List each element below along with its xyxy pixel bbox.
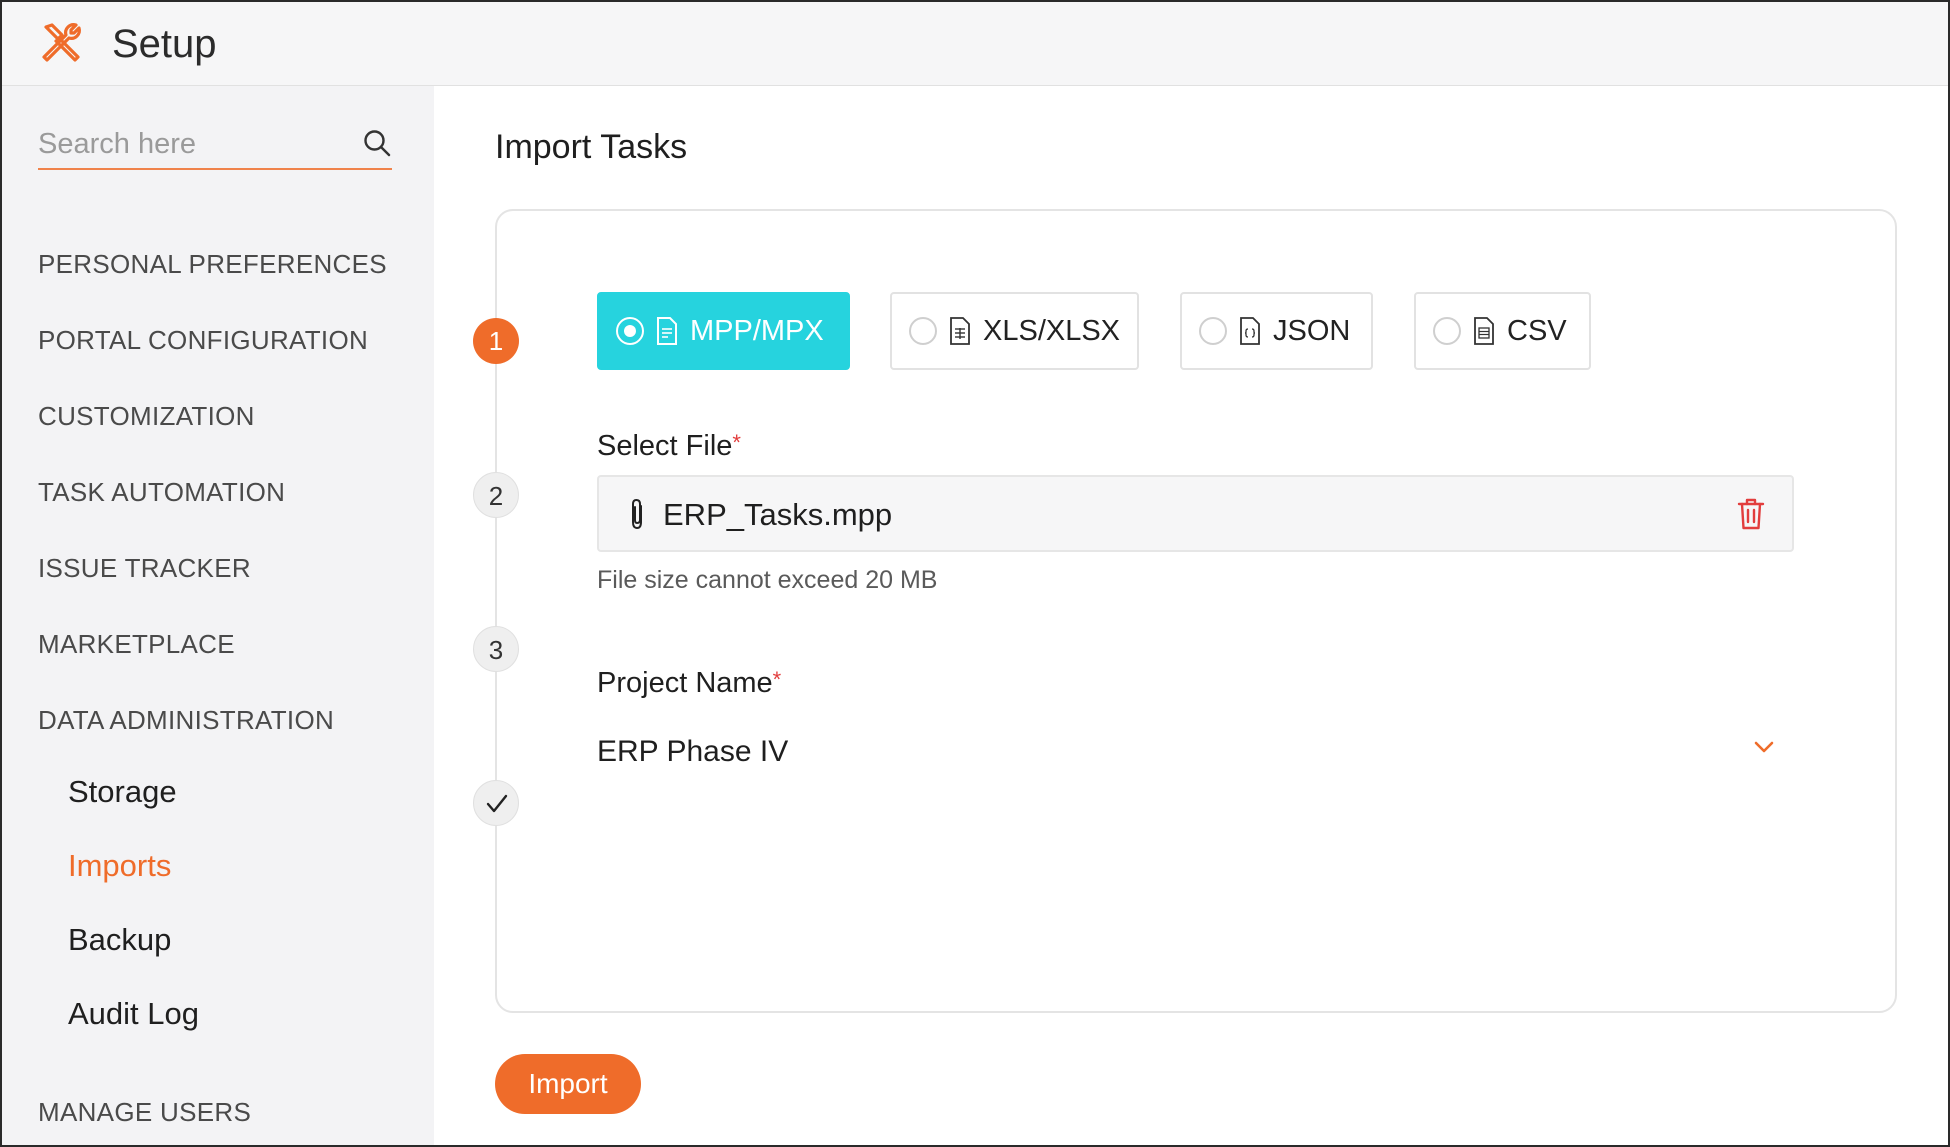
select-file-label: Select File* <box>597 430 741 463</box>
search-icon[interactable] <box>362 128 392 158</box>
format-option-csv[interactable]: CSV <box>1414 292 1591 370</box>
step-complete-indicator <box>473 780 519 826</box>
sidebar-item-task-automation[interactable]: TASK AUTOMATION <box>38 477 285 508</box>
format-label: JSON <box>1273 314 1351 347</box>
step-connector <box>495 339 497 801</box>
sidebar-item-portal-configuration[interactable]: PORTAL CONFIGURATION <box>38 325 368 356</box>
format-label: XLS/XLSX <box>983 314 1121 347</box>
json-file-icon <box>1240 317 1260 345</box>
file-name: ERP_Tasks.mpp <box>663 497 893 532</box>
trash-icon[interactable] <box>1736 497 1766 531</box>
project-name-select[interactable]: ERP Phase IV <box>597 735 788 769</box>
sidebar-item-backup[interactable]: Backup <box>68 922 171 958</box>
search-box <box>38 122 392 170</box>
step-1-indicator: 1 <box>473 318 519 364</box>
checkmark-icon <box>486 794 508 813</box>
csv-file-icon <box>1474 317 1494 345</box>
required-mark: * <box>732 430 741 455</box>
project-name-label: Project Name* <box>597 667 781 700</box>
page-title: Import Tasks <box>495 128 688 166</box>
setup-window: Setup PERSONAL PREFERENCES PORTAL CONFIG… <box>0 0 1950 1147</box>
format-label: MPP/MPX <box>690 314 824 347</box>
chevron-down-icon[interactable] <box>1752 735 1776 759</box>
required-mark: * <box>772 667 782 692</box>
sidebar-item-audit-log[interactable]: Audit Log <box>68 996 199 1032</box>
document-icon <box>657 317 677 345</box>
sidebar-item-storage[interactable]: Storage <box>68 774 177 810</box>
file-size-hint: File size cannot exceed 20 MB <box>597 566 938 594</box>
radio-unselected-icon[interactable] <box>909 317 937 345</box>
sidebar-item-customization[interactable]: CUSTOMIZATION <box>38 401 255 432</box>
sidebar: PERSONAL PREFERENCES PORTAL CONFIGURATIO… <box>2 86 434 1145</box>
spreadsheet-icon <box>950 317 970 345</box>
tools-icon <box>42 23 81 62</box>
sidebar-item-marketplace[interactable]: MARKETPLACE <box>38 629 235 660</box>
paperclip-icon <box>632 498 642 530</box>
sidebar-item-data-administration[interactable]: DATA ADMINISTRATION <box>38 705 334 736</box>
import-button[interactable]: Import <box>495 1054 641 1114</box>
radio-unselected-icon[interactable] <box>1199 317 1227 345</box>
sidebar-item-issue-tracker[interactable]: ISSUE TRACKER <box>38 553 251 584</box>
app-title: Setup <box>112 22 217 66</box>
select-file-label-text: Select File <box>597 430 733 462</box>
sidebar-item-manage-users[interactable]: MANAGE USERS <box>38 1097 251 1128</box>
step-3-indicator: 3 <box>473 626 519 672</box>
format-option-mpp-mpx[interactable]: MPP/MPX <box>597 292 850 370</box>
selected-file-field: ERP_Tasks.mpp <box>597 475 1794 552</box>
sidebar-item-imports[interactable]: Imports <box>68 848 171 884</box>
sidebar-item-personal-preferences[interactable]: PERSONAL PREFERENCES <box>38 249 387 280</box>
format-option-xls-xlsx[interactable]: XLS/XLSX <box>890 292 1139 370</box>
radio-unselected-icon[interactable] <box>1433 317 1461 345</box>
format-option-json[interactable]: JSON <box>1180 292 1373 370</box>
search-input[interactable] <box>38 122 338 166</box>
top-bar: Setup <box>2 2 1948 86</box>
radio-selected-icon[interactable] <box>616 317 644 345</box>
format-label: CSV <box>1507 314 1567 347</box>
project-name-label-text: Project Name <box>597 667 773 699</box>
step-2-indicator: 2 <box>473 472 519 518</box>
